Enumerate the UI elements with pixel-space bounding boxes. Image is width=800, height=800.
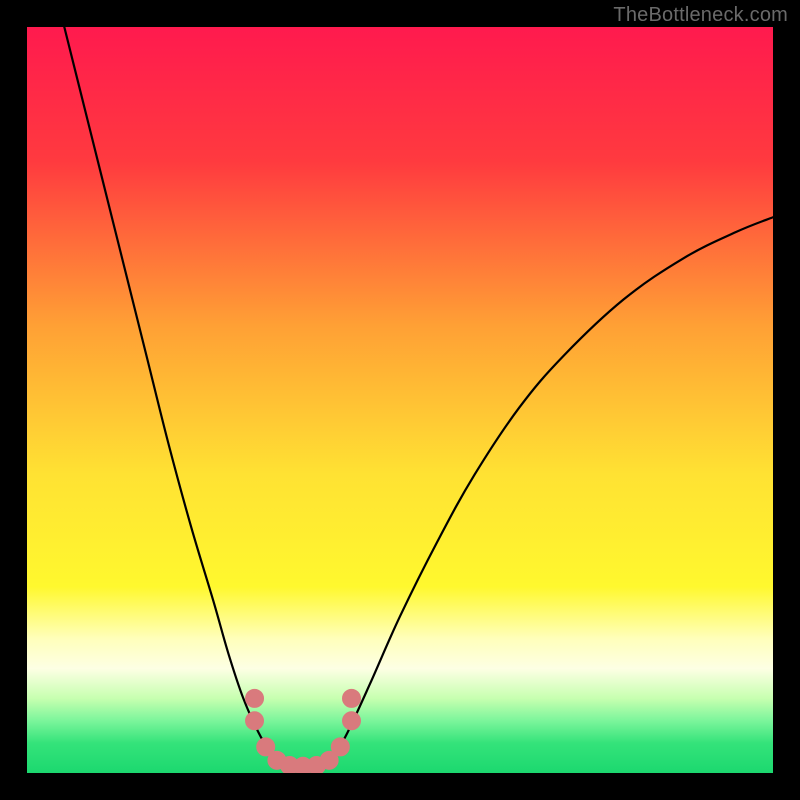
marker-dot [246, 712, 264, 730]
marker-dot [343, 712, 361, 730]
marker-dot [343, 689, 361, 707]
watermark-label: TheBottleneck.com [613, 4, 788, 27]
chart-frame: TheBottleneck.com [0, 0, 800, 800]
bottleneck-chart [27, 27, 773, 773]
marker-dot [246, 689, 264, 707]
gradient-background [27, 27, 773, 773]
marker-dot [331, 738, 349, 756]
